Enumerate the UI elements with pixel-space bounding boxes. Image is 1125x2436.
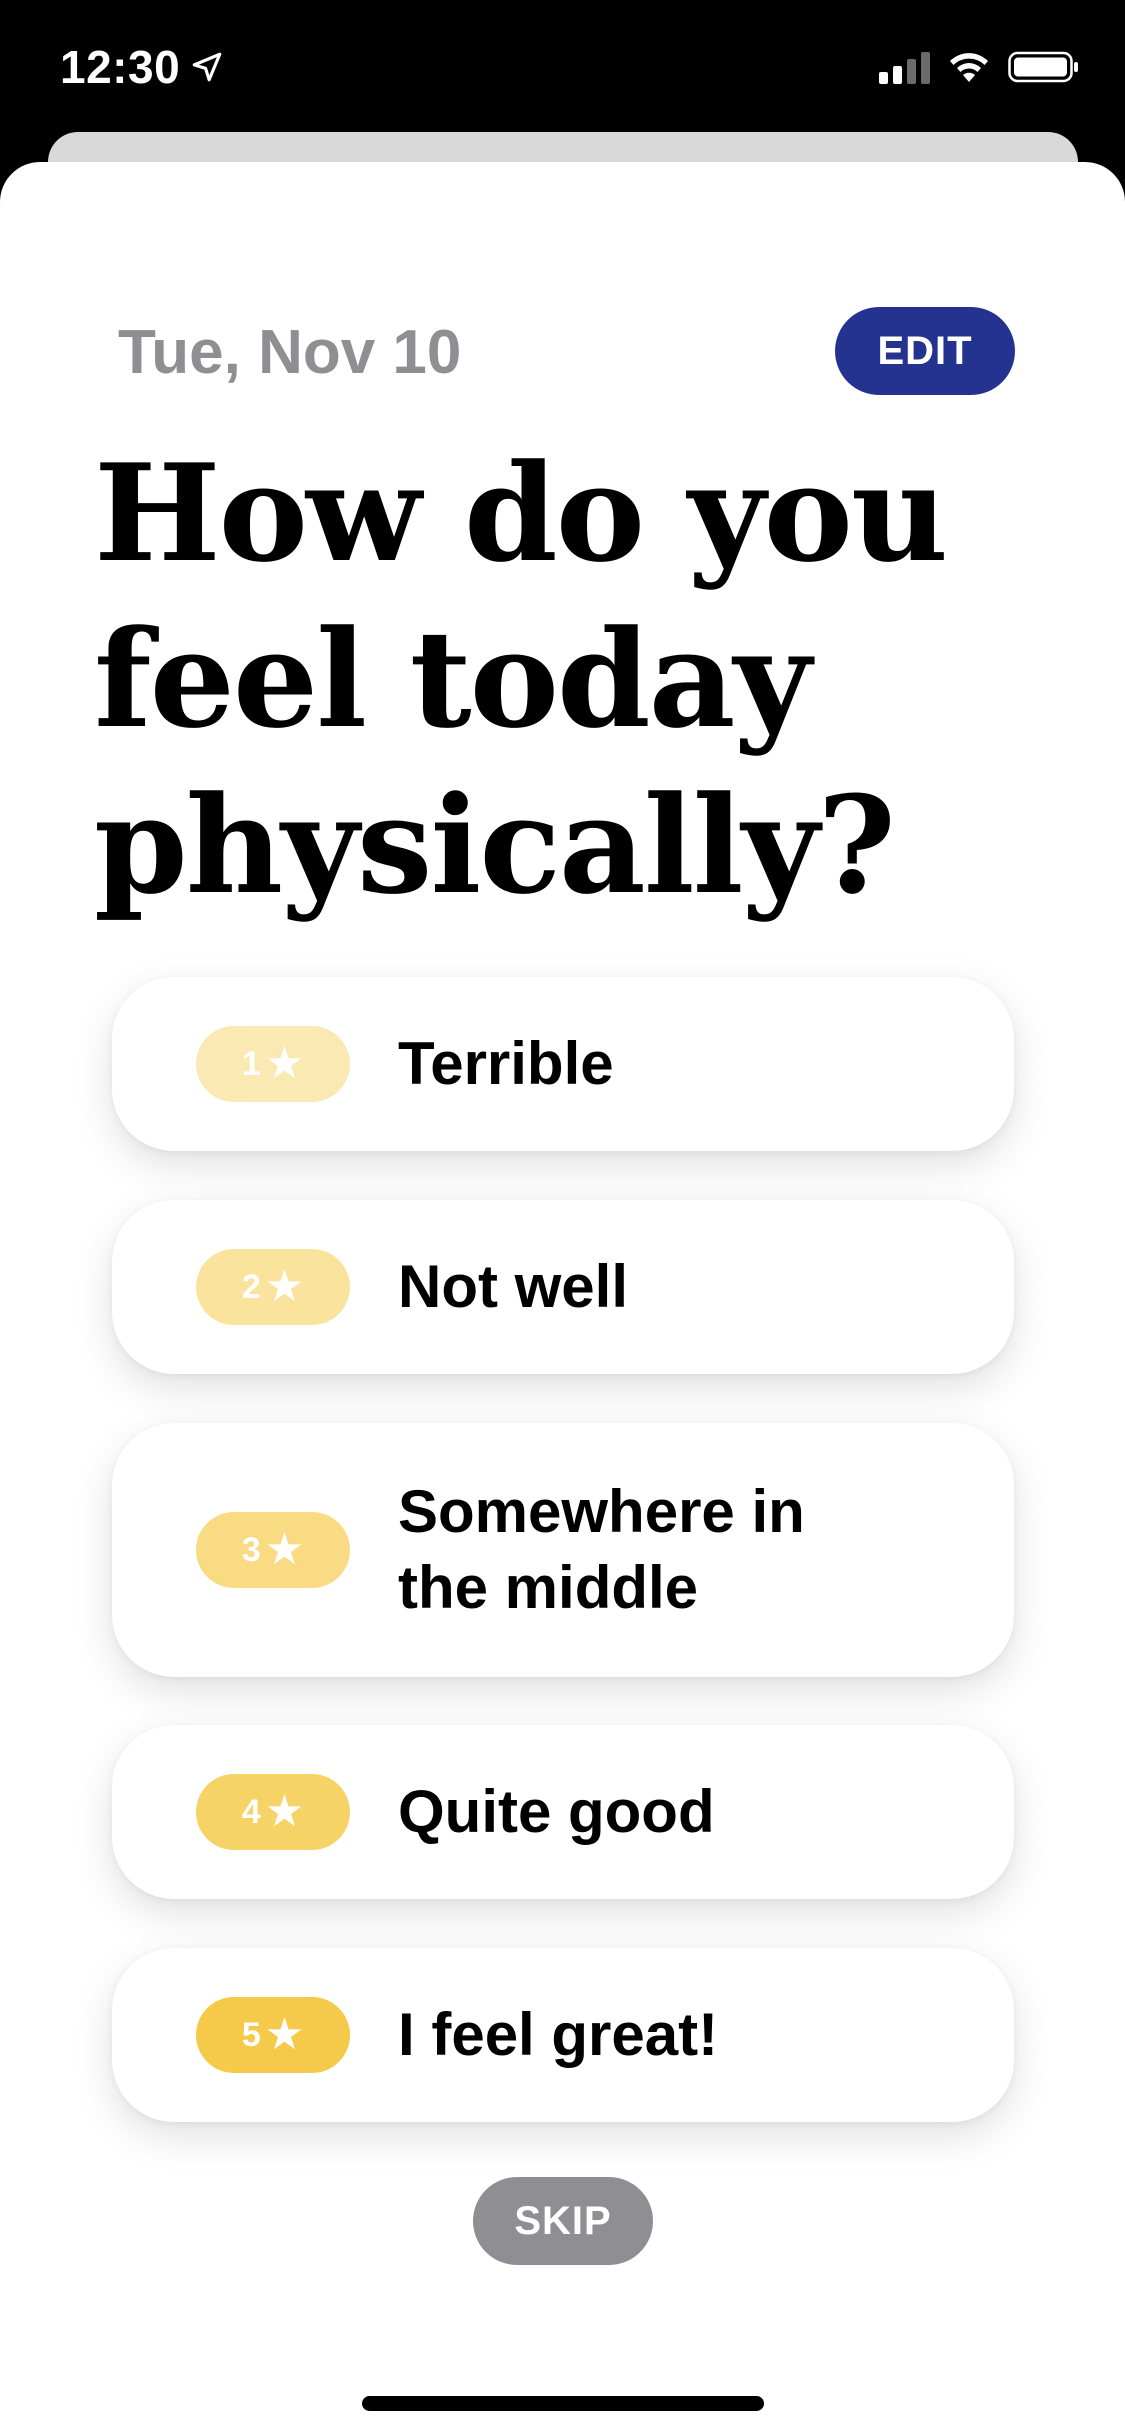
status-indicators xyxy=(879,50,1080,84)
option-label: Terrible xyxy=(398,1030,614,1097)
date-label: Tue, Nov 10 xyxy=(118,318,462,387)
star-icon: ★ xyxy=(264,1525,305,1574)
status-time: 12:30 xyxy=(60,40,224,94)
star-badge: 1 ★ xyxy=(196,1026,350,1102)
option-label: I feel great! xyxy=(398,2001,719,2068)
rating-option-4[interactable]: 4 ★ Quite good xyxy=(112,1725,1014,1899)
cellular-signal-icon xyxy=(879,50,930,84)
home-indicator[interactable] xyxy=(362,2396,764,2411)
status-time-text: 12:30 xyxy=(60,41,181,93)
star-icon: ★ xyxy=(264,1787,305,1836)
rating-option-5[interactable]: 5 ★ I feel great! xyxy=(112,1948,1014,2122)
star-badge: 5 ★ xyxy=(196,1997,350,2073)
screen: 12:30 Tue, Nov 10 EDIT How do you feel t… xyxy=(0,0,1125,2436)
wifi-icon xyxy=(950,53,988,82)
star-icon: ★ xyxy=(264,1262,305,1311)
question-title: How do you feel today physically? xyxy=(94,430,1054,928)
star-icon: ★ xyxy=(264,1039,305,1088)
question-line: physically? xyxy=(94,766,896,924)
skip-button[interactable]: SKIP xyxy=(473,2177,653,2265)
star-badge: 2 ★ xyxy=(196,1249,350,1325)
option-label: Quite good xyxy=(398,1778,715,1845)
rating-number: 1 xyxy=(241,1044,261,1083)
rating-option-2[interactable]: 2 ★ Not well xyxy=(112,1200,1014,1374)
question-line: feel today xyxy=(94,600,811,758)
star-badge: 4 ★ xyxy=(196,1774,350,1850)
status-bar: 12:30 xyxy=(0,0,1125,135)
rating-number: 5 xyxy=(241,2015,261,2054)
rating-option-1[interactable]: 1 ★ Terrible xyxy=(112,977,1014,1151)
option-label: Not well xyxy=(398,1253,629,1320)
location-arrow-icon xyxy=(192,52,222,82)
star-badge: 3 ★ xyxy=(196,1512,350,1588)
option-label: Somewhere in the middle xyxy=(398,1478,805,1621)
star-icon: ★ xyxy=(264,2010,305,2059)
rating-number: 3 xyxy=(241,1530,261,1569)
edit-button[interactable]: EDIT xyxy=(835,307,1015,395)
rating-option-3[interactable]: 3 ★ Somewhere in the middle xyxy=(112,1423,1014,1677)
rating-number: 2 xyxy=(241,1267,261,1306)
battery-icon xyxy=(1008,51,1078,83)
rating-number: 4 xyxy=(241,1792,261,1831)
question-line: How do you xyxy=(94,434,948,592)
